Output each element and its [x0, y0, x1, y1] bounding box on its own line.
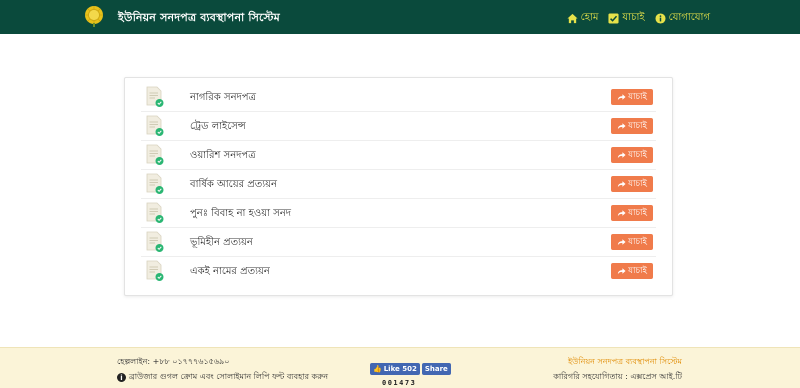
verify-button-label: যাচাই: [628, 179, 647, 189]
facebook-like-label: Like 502: [383, 365, 417, 373]
footer-site-title[interactable]: ইউনিয়ন সনদপত্র ব্যবস্থাপনা সিস্টেম: [568, 356, 682, 369]
verify-button-label: যাচাই: [628, 121, 647, 131]
certificate-label: ওয়ারিশ সনদপত্র: [190, 150, 256, 161]
list-item: ওয়ারিশ সনদপত্র যাচাই: [141, 141, 656, 170]
list-item: পুনঃ বিবাহ না হওয়া সনদ যাচাই: [141, 199, 656, 228]
share-arrow-icon: [617, 94, 626, 101]
footer: হেল্পলাইন: +৮৮ ০১৭৭৭৬১৫৬৯০ i ব্রাউজার গু…: [0, 347, 800, 388]
facebook-share-button[interactable]: Share: [421, 363, 451, 375]
nav-verify[interactable]: যাচাই: [608, 10, 645, 27]
verify-button[interactable]: যাচাই: [611, 234, 653, 250]
info-circle-icon: [655, 13, 666, 24]
verify-button[interactable]: যাচাই: [611, 147, 653, 163]
list-item: নাগরিক সনদপত্র যাচাই: [141, 83, 656, 112]
footer-credit: কারিগরি সহযোগিতায় : এক্সপ্রেস আই.টি: [553, 372, 682, 381]
share-arrow-icon: [617, 152, 626, 159]
certificate-label: ট্রেড লাইসেন্স: [190, 121, 246, 132]
verify-button-label: যাচাই: [628, 92, 647, 102]
browser-note-text: ব্রাউজার গুগল ক্রোম এবং সোলাইমান লিপি ফন…: [129, 372, 329, 381]
certificate-label: পুনঃ বিবাহ না হওয়া সনদ: [190, 208, 292, 219]
verified-document-icon: [146, 115, 164, 136]
verify-button-label: যাচাই: [628, 208, 647, 218]
verified-document-icon: [146, 202, 164, 223]
verify-button[interactable]: যাচাই: [611, 263, 653, 279]
union-logo-icon[interactable]: [84, 5, 104, 27]
share-arrow-icon: [617, 239, 626, 246]
verify-button[interactable]: যাচাই: [611, 89, 653, 105]
verify-button-label: যাচাই: [628, 150, 647, 160]
verify-button[interactable]: যাচাই: [611, 176, 653, 192]
list-item: একই নামের প্রত্যয়ন যাচাই: [141, 257, 656, 286]
list-item: বার্ষিক আয়ের প্রত্যয়ন যাচাই: [141, 170, 656, 199]
list-item: ট্রেড লাইসেন্স যাচাই: [141, 112, 656, 141]
certificate-label: একই নামের প্রত্যয়ন: [190, 266, 270, 277]
verified-document-icon: [146, 173, 164, 194]
nav-contact-label: যোগাযোগ: [668, 12, 710, 23]
share-arrow-icon: [617, 268, 626, 275]
certificate-label: নাগরিক সনদপত্র: [190, 92, 256, 103]
top-navbar: ইউনিয়ন সনদপত্র ব্যবস্থাপনা সিস্টেম হোম …: [0, 0, 800, 34]
check-square-icon: [608, 13, 619, 24]
share-arrow-icon: [617, 123, 626, 130]
certificate-list-panel: নাগরিক সনদপত্র যাচাই ট্রেড লাইসেন্স যাচা…: [124, 77, 673, 296]
home-icon: [567, 13, 578, 24]
browser-note: i ব্রাউজার গুগল ক্রোম এবং সোলাইমান লিপি …: [117, 371, 328, 384]
info-icon: i: [117, 373, 126, 382]
verified-document-icon: [146, 86, 164, 107]
verify-button-label: যাচাই: [628, 237, 647, 247]
share-arrow-icon: [617, 210, 626, 217]
main-nav: হোম যাচাই যোগাযোগ: [567, 10, 710, 27]
facebook-like-button[interactable]: 👍 Like 502: [370, 363, 420, 375]
visitor-counter: 001473: [382, 379, 417, 387]
verified-document-icon: [146, 231, 164, 252]
verified-document-icon: [146, 260, 164, 281]
certificate-label: বার্ষিক আয়ের প্রত্যয়ন: [190, 179, 277, 190]
verify-button-label: যাচাই: [628, 266, 647, 276]
nav-home-label: হোম: [580, 12, 599, 23]
nav-home[interactable]: হোম: [567, 10, 599, 27]
certificate-label: ভূমিহীন প্রত্যয়ন: [190, 237, 253, 248]
list-item: ভূমিহীন প্রত্যয়ন যাচাই: [141, 228, 656, 257]
facebook-widget: 👍 Like 502 Share: [370, 363, 451, 375]
share-arrow-icon: [617, 181, 626, 188]
thumbs-up-icon: 👍: [373, 365, 382, 373]
verified-document-icon: [146, 144, 164, 165]
helpline-text: হেল্পলাইন: +৮৮ ০১৭৭৭৬১৫৬৯০: [117, 357, 230, 366]
nav-contact[interactable]: যোগাযোগ: [655, 10, 710, 27]
verify-button[interactable]: যাচাই: [611, 205, 653, 221]
nav-verify-label: যাচাই: [622, 12, 645, 23]
site-title[interactable]: ইউনিয়ন সনদপত্র ব্যবস্থাপনা সিস্টেম: [118, 9, 280, 28]
verify-button[interactable]: যাচাই: [611, 118, 653, 134]
